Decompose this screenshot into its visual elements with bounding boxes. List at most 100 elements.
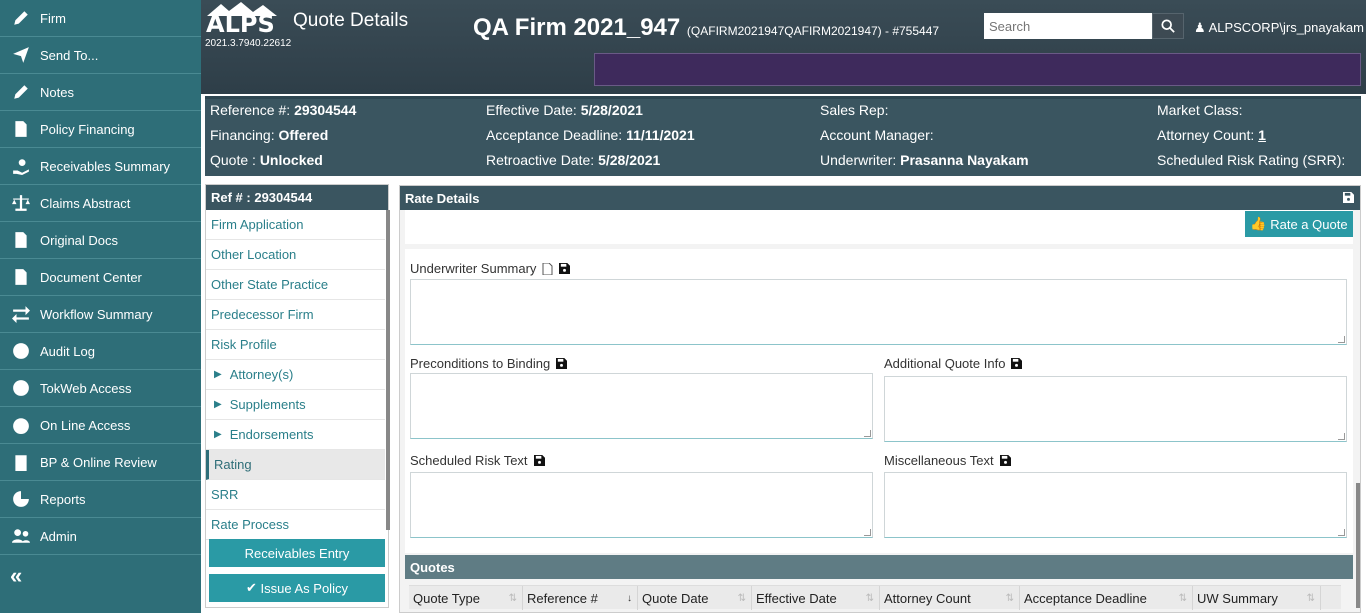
submenu-title: Ref # : 29304544 bbox=[206, 185, 388, 210]
market-class-field: Market Class: bbox=[1157, 102, 1243, 118]
nav-item-claims-abstract[interactable]: Claims Abstract bbox=[0, 185, 201, 222]
save-icon[interactable] bbox=[556, 358, 568, 369]
quote-submenu: Ref # : 29304544 Firm Application Other … bbox=[205, 184, 390, 608]
additional-info-textarea[interactable] bbox=[884, 376, 1347, 442]
column-label: Attorney Count bbox=[884, 590, 971, 606]
scheduled-risk-label-row: Scheduled Risk Text bbox=[410, 453, 545, 468]
submenu-item-attorneys[interactable]: ▶ Attorney(s) bbox=[206, 360, 385, 390]
alps-logo[interactable]: ALPS bbox=[206, 10, 275, 38]
check-icon: ✔ bbox=[246, 580, 261, 595]
uw-summary-textarea[interactable] bbox=[410, 279, 1347, 345]
column-label: Effective Date bbox=[756, 590, 837, 606]
submenu-item-rating[interactable]: Rating bbox=[206, 450, 385, 480]
attorney-count-field: Attorney Count: 1 bbox=[1157, 127, 1266, 143]
nav-label: Policy Financing bbox=[40, 121, 135, 137]
submenu-item-predecessor-firm[interactable]: Predecessor Firm bbox=[206, 300, 385, 330]
collapse-nav-button[interactable]: « bbox=[0, 555, 201, 597]
financing-field: Financing: Offered bbox=[210, 127, 328, 143]
nav-item-firm[interactable]: Firm bbox=[0, 0, 201, 37]
save-icon[interactable] bbox=[1343, 192, 1354, 203]
nav-item-document-center[interactable]: Document Center bbox=[0, 259, 201, 296]
firm-name: QA Firm 2021_947 bbox=[473, 14, 681, 41]
submenu-label: SRR bbox=[211, 487, 239, 502]
nav-item-online-access[interactable]: On Line Access bbox=[0, 407, 201, 444]
caret-right-icon: ▶ bbox=[214, 369, 222, 380]
quote-info-panel: Reference #: 29304544 Financing: Offered… bbox=[205, 96, 1361, 176]
nav-label: Document Center bbox=[40, 269, 142, 285]
column-label: Quote Type bbox=[413, 590, 480, 606]
submenu-item-srr[interactable]: SRR bbox=[206, 480, 385, 510]
submenu-item-supplements[interactable]: ▶ Supplements bbox=[206, 390, 385, 420]
column-label: Reference # bbox=[527, 590, 598, 606]
nav-item-send-to[interactable]: Send To... bbox=[0, 37, 201, 74]
preconditions-label-row: Preconditions to Binding bbox=[410, 356, 568, 371]
hand-coin-icon bbox=[10, 157, 32, 175]
column-effective-date[interactable]: Effective Date ⇅ bbox=[752, 586, 880, 610]
scheduled-risk-textarea[interactable] bbox=[410, 472, 873, 538]
receivables-entry-button[interactable]: Receivables Entry bbox=[209, 539, 385, 567]
nav-item-admin[interactable]: Admin bbox=[0, 518, 201, 555]
submenu-item-firm-application[interactable]: Firm Application bbox=[206, 210, 385, 240]
rate-a-quote-button[interactable]: 👍 Rate a Quote bbox=[1245, 211, 1353, 237]
app-header: ALPS 2021.3.7940.22612 Quote Details QA … bbox=[201, 0, 1366, 94]
column-attorney-count[interactable]: Attorney Count ⇅ bbox=[880, 586, 1020, 610]
submenu-item-endorsements[interactable]: ▶ Endorsements bbox=[206, 420, 385, 450]
column-acceptance-deadline[interactable]: Acceptance Deadline ⇅ bbox=[1020, 586, 1193, 610]
acceptance-deadline-value: 11/11/2021 bbox=[626, 127, 695, 143]
effective-date-field: Effective Date: 5/28/2021 bbox=[486, 102, 643, 118]
misc-text-textarea[interactable] bbox=[884, 472, 1347, 538]
nav-item-tokweb-access[interactable]: TokWeb Access bbox=[0, 370, 201, 407]
nav-item-bp-online-review[interactable]: BP & Online Review bbox=[0, 444, 201, 481]
column-uw-summary[interactable]: UW Summary ⇅ bbox=[1193, 586, 1321, 610]
column-reference[interactable]: Reference # ↓ bbox=[523, 586, 638, 610]
nav-label: Reports bbox=[40, 491, 86, 507]
additional-info-label-row: Additional Quote Info bbox=[884, 356, 1023, 371]
preconditions-textarea[interactable] bbox=[410, 373, 873, 439]
financing-value: Offered bbox=[278, 127, 329, 143]
nav-item-original-docs[interactable]: Original Docs bbox=[0, 222, 201, 259]
submenu-label: Rate Process bbox=[211, 517, 290, 532]
financing-label: Financing: bbox=[210, 127, 275, 143]
column-quote-type[interactable]: Quote Type ⇅ bbox=[409, 586, 523, 610]
user-menu[interactable]: ♟ ALPSCORP\jrs_pnayakam ▼ bbox=[1194, 20, 1366, 36]
nav-item-notes[interactable]: Notes bbox=[0, 74, 201, 111]
nav-label: Audit Log bbox=[40, 343, 95, 359]
nav-item-audit-log[interactable]: Audit Log bbox=[0, 333, 201, 370]
pdf-icon[interactable] bbox=[542, 262, 553, 275]
nav-item-policy-financing[interactable]: Policy Financing bbox=[0, 111, 201, 148]
issue-as-policy-button[interactable]: ✔ Issue As Policy bbox=[209, 574, 385, 602]
issue-as-policy-label: Issue As Policy bbox=[260, 580, 348, 596]
retroactive-date-field: Retroactive Date: 5/28/2021 bbox=[486, 152, 660, 168]
save-icon[interactable] bbox=[999, 455, 1011, 466]
nav-item-workflow-summary[interactable]: Workflow Summary bbox=[0, 296, 201, 333]
firm-subtitle: (QAFIRM2021947QAFIRM2021947) - #755447 bbox=[686, 24, 940, 38]
misc-text-label-row: Miscellaneous Text bbox=[884, 453, 1011, 468]
save-icon[interactable] bbox=[533, 455, 545, 466]
submenu-label: Predecessor Firm bbox=[211, 307, 314, 322]
submenu-item-risk-profile[interactable]: Risk Profile bbox=[206, 330, 385, 360]
submenu-scrollbar[interactable] bbox=[386, 210, 390, 530]
nav-label: Claims Abstract bbox=[40, 195, 131, 211]
page-title: Quote Details bbox=[293, 10, 409, 31]
main-scrollbar[interactable] bbox=[1356, 483, 1360, 608]
sales-rep-label: Sales Rep: bbox=[820, 102, 889, 118]
misc-text-label: Miscellaneous Text bbox=[884, 453, 994, 468]
reference-field: Reference #: 29304544 bbox=[210, 102, 356, 118]
submenu-item-other-state-practice[interactable]: Other State Practice bbox=[206, 270, 385, 300]
nav-label: Original Docs bbox=[40, 232, 119, 248]
search-input[interactable] bbox=[984, 13, 1152, 39]
underwriter-field: Underwriter: Prasanna Nayakam bbox=[820, 152, 1029, 168]
account-manager-label: Account Manager: bbox=[820, 127, 934, 143]
preconditions-label: Preconditions to Binding bbox=[410, 356, 551, 371]
nav-item-reports[interactable]: Reports bbox=[0, 481, 201, 518]
nav-item-receivables-summary[interactable]: Receivables Summary bbox=[0, 148, 201, 185]
sort-desc-icon: ↓ bbox=[627, 592, 632, 604]
attorney-count-link[interactable]: 1 bbox=[1258, 127, 1266, 143]
submenu-item-other-location[interactable]: Other Location bbox=[206, 240, 385, 270]
arrows-swap-icon bbox=[10, 305, 32, 323]
save-icon[interactable] bbox=[1011, 358, 1023, 369]
submenu-item-rate-process[interactable]: Rate Process bbox=[206, 510, 385, 540]
save-icon[interactable] bbox=[559, 263, 571, 274]
search-button[interactable] bbox=[1152, 13, 1184, 39]
column-quote-date[interactable]: Quote Date ⇅ bbox=[638, 586, 752, 610]
